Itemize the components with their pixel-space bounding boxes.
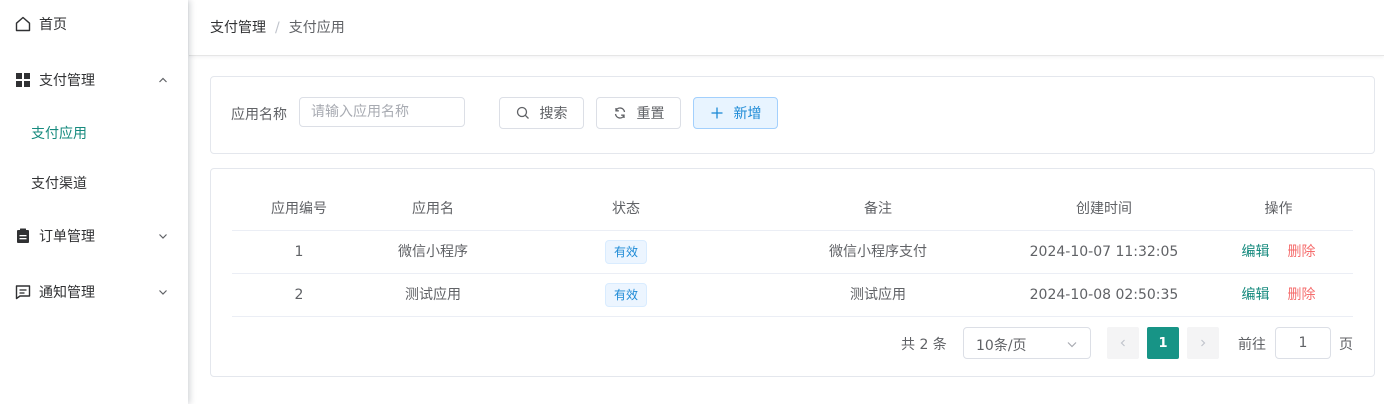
search-button-label: 搜索: [539, 106, 568, 122]
search-icon: [516, 106, 529, 119]
sidebar-item-label: 支付渠道: [31, 176, 87, 192]
table-row: 2 测试应用 有效 测试应用 2024-10-08 02:50:35 编辑 删除: [232, 274, 1353, 317]
goto-suffix: 页: [1339, 337, 1353, 353]
chevron-down-icon: [159, 234, 167, 239]
app-name-input[interactable]: [299, 97, 465, 127]
pagination: 共 2 条 10条/页 1 前往 页: [211, 327, 1374, 359]
chevron-right-icon: [1201, 339, 1206, 347]
sidebar: 首页 支付管理 支付应用 支付渠道 订单管理 通知管理: [0, 0, 188, 404]
page-size-select[interactable]: 10条/页: [963, 327, 1091, 359]
sidebar-item-pay-app[interactable]: 支付应用: [0, 113, 188, 153]
refresh-icon: [614, 107, 625, 119]
prev-page-button[interactable]: [1107, 327, 1139, 359]
sidebar-item-home[interactable]: 首页: [0, 4, 188, 44]
cell-name: 测试应用: [405, 287, 461, 303]
header-id: 应用编号: [271, 201, 327, 217]
next-page-button[interactable]: [1187, 327, 1219, 359]
cell-actions: 编辑 删除: [1204, 274, 1353, 316]
delete-button[interactable]: 删除: [1288, 287, 1316, 303]
sidebar-item-notify-management[interactable]: 通知管理: [0, 272, 188, 312]
sidebar-item-pay-management[interactable]: 支付管理: [0, 60, 188, 100]
edit-button[interactable]: 编辑: [1242, 287, 1270, 303]
search-form: 应用名称 搜索 重置 新增: [210, 76, 1375, 154]
status-badge: 有效: [604, 240, 647, 264]
breadcrumb: 支付管理 / 支付应用: [210, 17, 345, 37]
breadcrumb-separator: /: [275, 20, 280, 36]
goto-label: 前往: [1238, 337, 1266, 353]
header-status: 状态: [612, 201, 640, 217]
app-name-label: 应用名称: [231, 107, 287, 123]
header-remark: 备注: [864, 201, 892, 217]
plus-icon: [711, 107, 722, 119]
cell-status: 有效: [500, 231, 752, 273]
table-row: 1 微信小程序 有效 微信小程序支付 2024-10-07 11:32:05 编…: [232, 231, 1353, 274]
chevron-down-icon: [159, 290, 167, 295]
cell-id: 2: [294, 287, 304, 303]
reset-button-label: 重置: [636, 106, 665, 122]
sidebar-item-label: 首页: [39, 17, 67, 33]
page-size-value: 10条/页: [976, 338, 1027, 354]
header: 支付管理 / 支付应用: [189, 0, 1384, 56]
reset-button[interactable]: 重置: [596, 97, 681, 129]
cell-remark: 微信小程序支付: [829, 244, 927, 260]
breadcrumb-current: 支付应用: [288, 20, 345, 36]
breadcrumb-root[interactable]: 支付管理: [210, 20, 266, 36]
add-button[interactable]: 新增: [693, 97, 778, 129]
status-badge: 有效: [604, 283, 647, 307]
message-icon: [15, 285, 31, 300]
page-button-1[interactable]: 1: [1147, 327, 1179, 359]
search-button[interactable]: 搜索: [499, 97, 584, 129]
header-created: 创建时间: [1076, 201, 1132, 217]
cell-actions: 编辑 删除: [1204, 231, 1353, 273]
grid-icon: [16, 73, 30, 87]
clipboard-icon: [17, 228, 29, 243]
chevron-down-icon: [1067, 342, 1077, 348]
table-card: 应用编号 应用名 状态 备注 创建时间 操作 1 微信小程序 有效 微信小程序支…: [210, 168, 1375, 377]
chevron-left-icon: [1120, 339, 1125, 347]
add-button-label: 新增: [733, 106, 762, 122]
header-actions: 操作: [1264, 201, 1293, 217]
app-table: 应用编号 应用名 状态 备注 创建时间 操作 1 微信小程序 有效 微信小程序支…: [232, 188, 1353, 317]
cell-name: 微信小程序: [398, 244, 468, 260]
cell-id: 1: [294, 244, 304, 260]
cell-remark: 测试应用: [850, 287, 906, 303]
sidebar-item-label: 支付应用: [31, 126, 87, 142]
delete-button[interactable]: 删除: [1288, 244, 1316, 260]
goto-page-input[interactable]: [1275, 327, 1331, 359]
table-header: 应用编号 应用名 状态 备注 创建时间 操作: [232, 188, 1353, 231]
cell-created: 2024-10-07 11:32:05: [1029, 244, 1179, 260]
total-count: 共 2 条: [901, 337, 947, 353]
edit-button[interactable]: 编辑: [1242, 244, 1270, 260]
sidebar-item-pay-channel[interactable]: 支付渠道: [0, 163, 188, 203]
sidebar-item-label: 通知管理: [39, 285, 95, 301]
sidebar-item-label: 订单管理: [39, 229, 95, 245]
cell-status: 有效: [500, 274, 752, 316]
sidebar-item-order-management[interactable]: 订单管理: [0, 216, 188, 256]
sidebar-item-label: 支付管理: [39, 73, 95, 89]
home-icon: [15, 16, 31, 32]
chevron-up-icon: [159, 77, 167, 83]
cell-created: 2024-10-08 02:50:35: [1029, 287, 1179, 303]
header-name: 应用名: [412, 201, 454, 217]
